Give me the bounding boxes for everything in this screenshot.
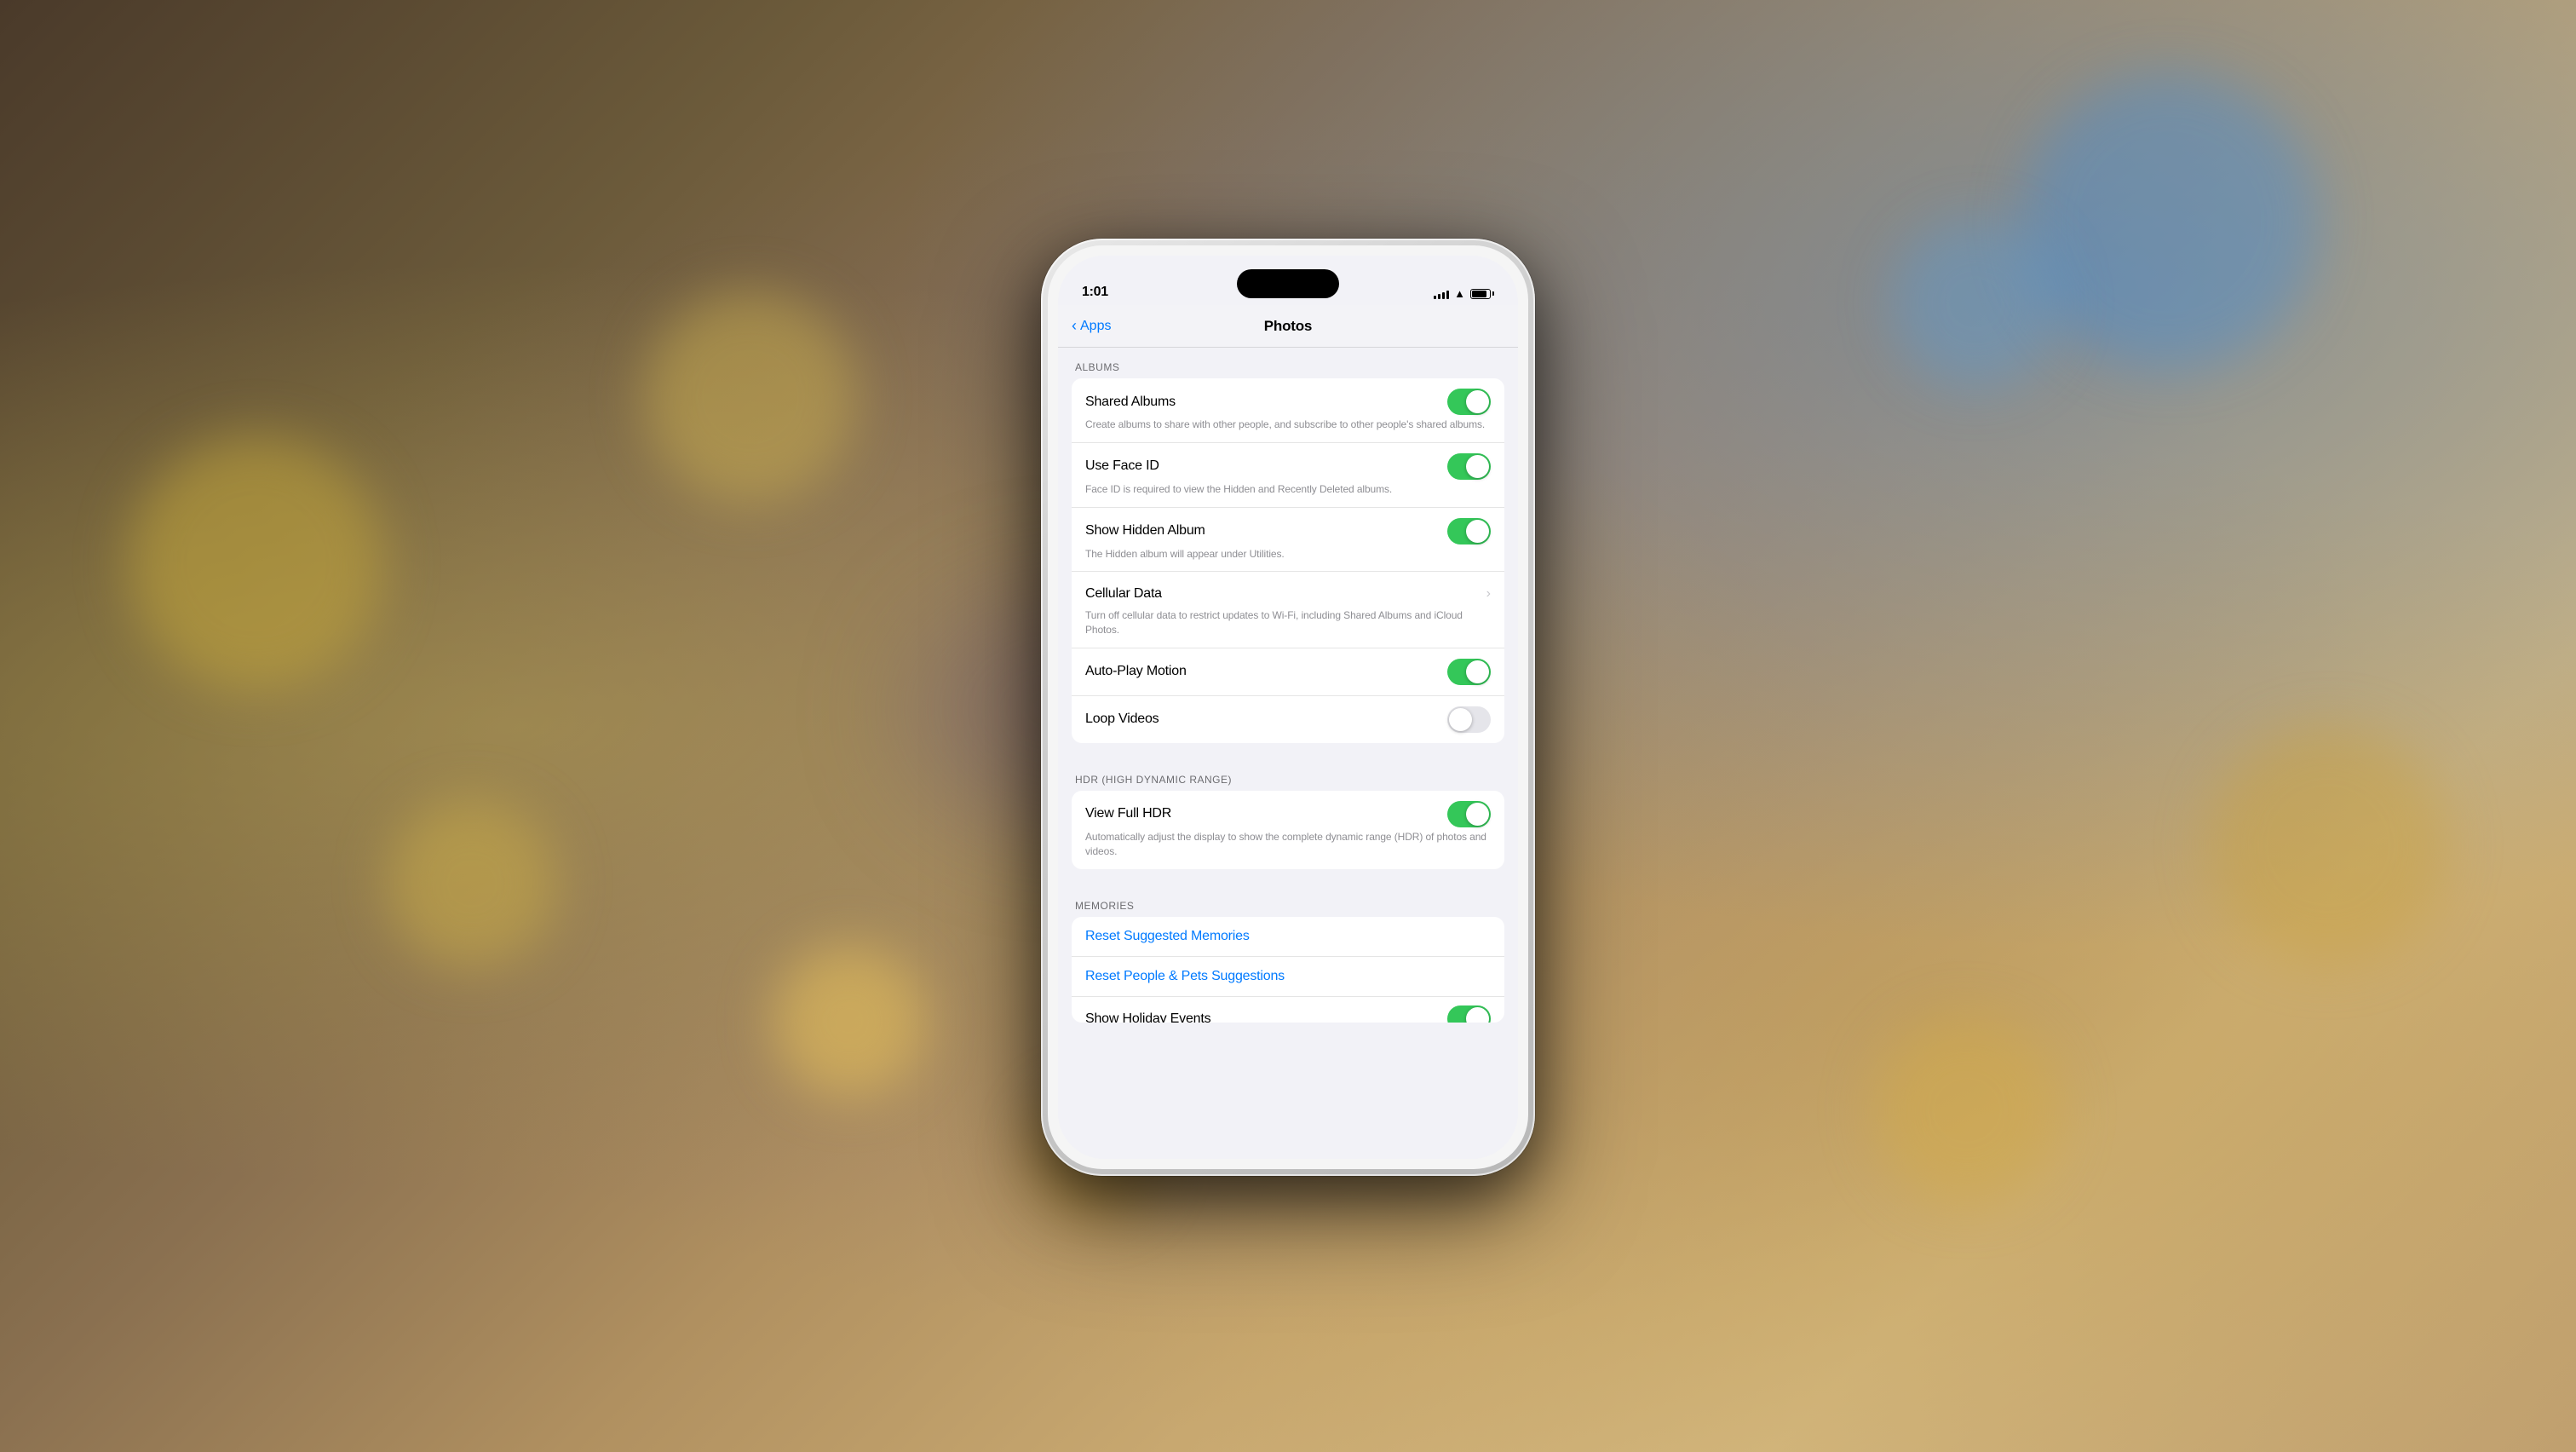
show-hidden-album-row: Show Hidden Album The Hidden album will …	[1072, 508, 1504, 573]
auto-play-motion-toggle[interactable]	[1447, 659, 1491, 685]
loop-videos-toggle[interactable]	[1447, 706, 1491, 733]
status-time: 1:01	[1082, 285, 1108, 300]
albums-section: ALBUMS Shared Albums Create a	[1058, 348, 1518, 743]
reset-suggested-memories-label[interactable]: Reset Suggested Memories	[1085, 929, 1250, 943]
cellular-data-row[interactable]: Cellular Data › Turn off cellular data t…	[1072, 572, 1504, 648]
show-holiday-events-row: Show Holiday Events	[1072, 997, 1504, 1023]
view-full-hdr-desc: Automatically adjust the display to show…	[1085, 830, 1491, 859]
show-holiday-events-toggle[interactable]	[1447, 1005, 1491, 1023]
page-title: Photos	[1264, 318, 1312, 335]
shared-albums-desc: Create albums to share with other people…	[1085, 418, 1491, 432]
memories-settings-group: Reset Suggested Memories Reset People & …	[1072, 917, 1504, 1023]
shared-albums-label: Shared Albums	[1085, 395, 1176, 410]
use-face-id-toggle[interactable]	[1447, 453, 1491, 480]
memories-section-header: MEMORIES	[1058, 886, 1518, 917]
view-full-hdr-label: View Full HDR	[1085, 806, 1171, 821]
cellular-data-desc: Turn off cellular data to restrict updat…	[1085, 608, 1491, 637]
signal-bar-3	[1442, 292, 1445, 299]
show-holiday-events-label: Show Holiday Events	[1085, 1011, 1210, 1023]
phone-screen: 1:01 ▲	[1058, 256, 1518, 1159]
show-hidden-album-label: Show Hidden Album	[1085, 523, 1205, 539]
auto-play-motion-label: Auto-Play Motion	[1085, 664, 1187, 679]
signal-bar-2	[1438, 294, 1440, 299]
signal-bar-4	[1446, 291, 1449, 299]
view-full-hdr-row: View Full HDR Automatically adjust the d…	[1072, 791, 1504, 869]
albums-settings-group: Shared Albums Create albums to share wit…	[1072, 378, 1504, 743]
signal-bar-1	[1434, 296, 1436, 299]
dynamic-island	[1237, 269, 1339, 298]
navigation-bar: ‹ Apps Photos	[1058, 305, 1518, 348]
loop-videos-label: Loop Videos	[1085, 712, 1159, 727]
show-hidden-album-desc: The Hidden album will appear under Utili…	[1085, 547, 1491, 562]
phone-device: 1:01 ▲	[1041, 239, 1535, 1176]
show-hidden-album-toggle[interactable]	[1447, 518, 1491, 544]
hdr-settings-group: View Full HDR Automatically adjust the d…	[1072, 791, 1504, 869]
phone-inner: 1:01 ▲	[1048, 245, 1528, 1169]
signal-icon	[1434, 289, 1449, 299]
shared-albums-row: Shared Albums Create albums to share wit…	[1072, 378, 1504, 443]
hdr-section: HDR (HIGH DYNAMIC RANGE) View Full HDR	[1058, 760, 1518, 869]
settings-content[interactable]: ALBUMS Shared Albums Create a	[1058, 348, 1518, 1159]
cellular-data-label: Cellular Data	[1085, 586, 1162, 602]
use-face-id-row: Use Face ID Face ID is required to view …	[1072, 443, 1504, 508]
back-label[interactable]: Apps	[1080, 319, 1111, 334]
status-icons: ▲	[1434, 287, 1494, 300]
chevron-left-icon: ‹	[1072, 317, 1077, 335]
use-face-id-label: Use Face ID	[1085, 458, 1159, 474]
loop-videos-row: Loop Videos	[1072, 696, 1504, 743]
shared-albums-toggle[interactable]	[1447, 389, 1491, 415]
reset-suggested-memories-row[interactable]: Reset Suggested Memories	[1072, 917, 1504, 957]
use-face-id-desc: Face ID is required to view the Hidden a…	[1085, 482, 1491, 497]
view-full-hdr-toggle[interactable]	[1447, 801, 1491, 827]
albums-section-header: ALBUMS	[1058, 348, 1518, 378]
wifi-icon: ▲	[1454, 287, 1465, 300]
battery-icon	[1470, 289, 1494, 299]
memories-section: MEMORIES Reset Suggested Memories Reset …	[1058, 886, 1518, 1023]
back-button[interactable]: ‹ Apps	[1072, 317, 1111, 335]
chevron-right-icon: ›	[1486, 586, 1491, 602]
auto-play-motion-row: Auto-Play Motion	[1072, 648, 1504, 696]
hdr-section-header: HDR (HIGH DYNAMIC RANGE)	[1058, 760, 1518, 791]
phone-body: 1:01 ▲	[1041, 239, 1535, 1176]
reset-people-pets-row[interactable]: Reset People & Pets Suggestions	[1072, 957, 1504, 997]
reset-people-pets-label[interactable]: Reset People & Pets Suggestions	[1085, 969, 1285, 983]
